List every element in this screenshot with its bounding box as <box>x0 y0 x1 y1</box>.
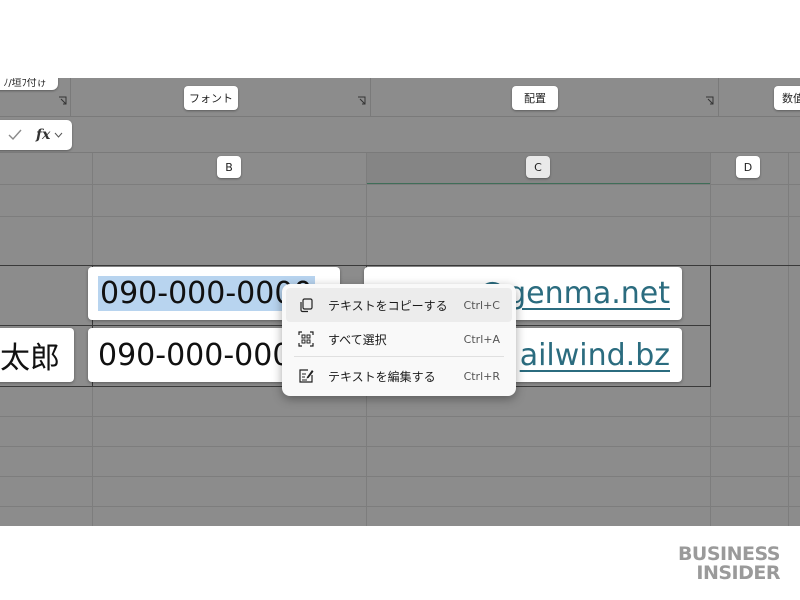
enter-check-icon[interactable] <box>8 129 22 141</box>
select-all-icon <box>298 331 314 347</box>
dialog-launcher-icon[interactable] <box>58 96 67 105</box>
row-line <box>0 446 800 447</box>
table-border <box>710 265 711 386</box>
alignment-dialog-launcher-icon[interactable] <box>705 96 714 105</box>
ribbon-group-font-label: フォント <box>184 86 238 110</box>
ribbon-group-number-label: 数值 <box>774 86 800 110</box>
column-header-c[interactable]: C <box>526 156 550 178</box>
menu-item-label: テキストを編集する <box>328 369 436 384</box>
row-line <box>0 506 800 507</box>
chevron-down-icon[interactable] <box>54 132 63 138</box>
column-divider-d-e <box>788 153 789 526</box>
cell-c-email-2[interactable]: ailwind.bz <box>500 328 682 382</box>
cell-a-name[interactable]: 太郎 <box>0 328 74 382</box>
menu-item-shortcut: Ctrl+C <box>463 298 500 312</box>
row-line <box>0 476 800 477</box>
menu-item-select-all[interactable]: すべて選択 Ctrl+A <box>286 322 512 356</box>
menu-item-label: テキストをコピーする <box>328 298 448 313</box>
menu-item-shortcut: Ctrl+R <box>463 369 500 383</box>
email-link[interactable]: ailwind.bz <box>520 338 670 373</box>
group-divider <box>718 78 719 116</box>
menu-item-copy-text[interactable]: テキストをコピーする Ctrl+C <box>286 288 512 322</box>
menu-item-edit-text[interactable]: テキストを編集する Ctrl+R <box>286 359 512 393</box>
edit-text-icon <box>299 369 314 383</box>
group-divider <box>70 78 71 116</box>
row-line <box>0 416 800 417</box>
insert-function-button[interactable]: fx <box>36 127 50 143</box>
business-insider-logo: BUSINESS INSIDER <box>678 545 781 584</box>
text-context-menu: テキストをコピーする Ctrl+C すべて選択 Ctrl+A テキストを編集する… <box>282 284 516 396</box>
logo-line-2: INSIDER <box>696 562 780 584</box>
header-bottom-border <box>0 184 800 185</box>
ribbon-group-bar <box>0 78 800 116</box>
ribbon-group-alignment-label: 配置 <box>512 86 558 110</box>
table-top-border <box>0 265 800 266</box>
column-header-d[interactable]: D <box>736 156 760 178</box>
row-line <box>0 216 800 217</box>
ribbon-group-left-label: ﾉ/垣ﾌ付ゖ <box>0 78 58 90</box>
column-header-b[interactable]: B <box>217 156 241 178</box>
copy-icon <box>300 298 313 313</box>
group-divider <box>370 78 371 116</box>
font-dialog-launcher-icon[interactable] <box>357 96 366 105</box>
menu-item-shortcut: Ctrl+A <box>463 332 500 346</box>
menu-separator <box>294 356 504 357</box>
ribbon-bottom-border <box>0 116 800 117</box>
formula-bar-buttons: fx <box>0 120 72 150</box>
cell-b-phone-2[interactable]: 090-000-0000 <box>88 328 288 382</box>
menu-item-label: すべて選択 <box>328 332 387 347</box>
